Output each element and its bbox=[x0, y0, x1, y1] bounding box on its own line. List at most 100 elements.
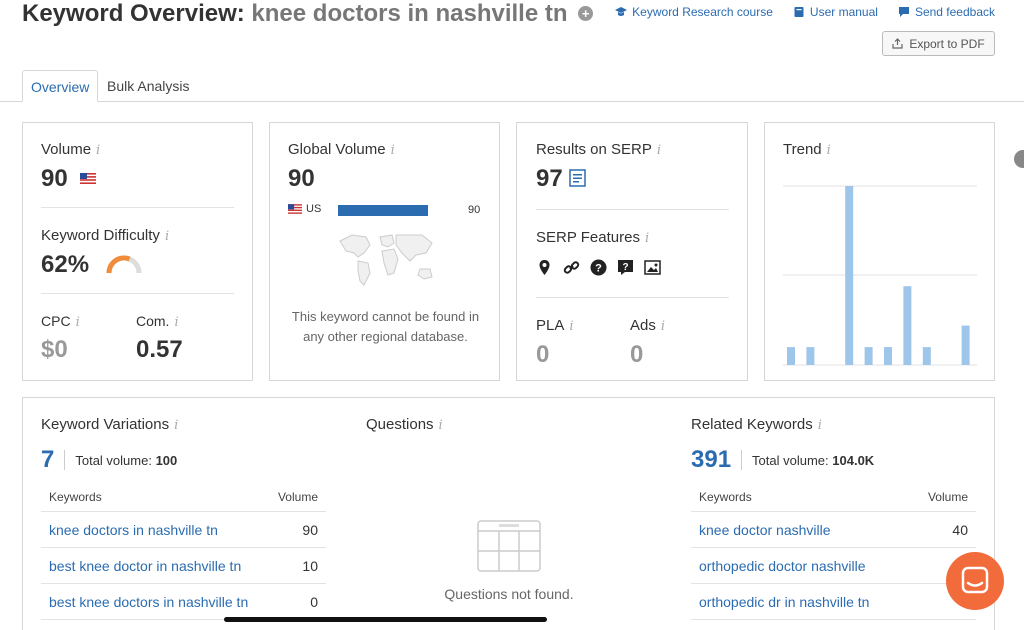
keyword-details-card: Keyword Variations i 7 Total volume: 100 … bbox=[22, 397, 995, 630]
global-volume-label: Global Volume i bbox=[288, 141, 395, 158]
scroll-handle[interactable] bbox=[1014, 150, 1024, 168]
questions-empty-text: Questions not found. bbox=[444, 586, 574, 602]
table-row: best knee doctor in nashville tn 10 bbox=[41, 548, 326, 584]
variations-count-row: 7 Total volume: 100 bbox=[41, 446, 178, 474]
user-manual-link[interactable]: User manual bbox=[793, 5, 878, 19]
tab-bar: Overview Bulk Analysis bbox=[0, 70, 1024, 102]
trend-bar-5[interactable] bbox=[864, 347, 873, 365]
volume-card: Volume i 90 Keyword Difficulty i 62% CPC i … bbox=[22, 122, 253, 381]
cpc-value: $0 bbox=[41, 336, 68, 363]
tab-overview[interactable]: Overview bbox=[22, 70, 99, 102]
world-map-icon bbox=[339, 234, 433, 286]
serp-card: Results on SERP i 97 SERP Features i ? ? P… bbox=[516, 122, 748, 381]
page-header: Keyword Overview: knee doctors in nashvi… bbox=[0, 0, 1024, 70]
related-total-volume: 104.0K bbox=[832, 452, 875, 468]
country-volume-bar bbox=[338, 205, 428, 216]
country-code: US bbox=[306, 203, 322, 215]
results-on-serp-label: Results on SERP i bbox=[536, 141, 662, 158]
send-feedback-link[interactable]: Send feedback bbox=[898, 5, 995, 19]
info-icon[interactable]: i bbox=[661, 319, 665, 334]
info-icon[interactable]: i bbox=[96, 143, 100, 158]
country-row: US bbox=[288, 203, 321, 215]
header-links: Keyword Research course User manual Send… bbox=[615, 5, 995, 19]
info-icon[interactable]: i bbox=[818, 418, 822, 433]
related-count-row: 391 Total volume: 104.0K bbox=[691, 446, 875, 474]
chat-support-button[interactable] bbox=[946, 552, 1004, 610]
link-icon[interactable] bbox=[563, 259, 580, 276]
info-icon[interactable]: i bbox=[76, 315, 80, 330]
variations-total-volume: 100 bbox=[155, 452, 178, 468]
info-icon[interactable]: i bbox=[174, 315, 178, 330]
trend-bar-4[interactable] bbox=[845, 186, 854, 365]
book-icon bbox=[794, 7, 804, 17]
export-pdf-button[interactable]: Export to PDF bbox=[882, 31, 995, 56]
cpc-label: CPC i bbox=[41, 313, 80, 330]
trend-label: Trend i bbox=[783, 141, 831, 158]
trend-bar-8[interactable] bbox=[922, 347, 931, 365]
trend-chart bbox=[783, 185, 977, 366]
table-row: knee doctor nashville 40 bbox=[691, 512, 976, 548]
graduation-cap-icon bbox=[615, 7, 628, 16]
map-pin-icon[interactable] bbox=[536, 259, 553, 276]
trend-bar-10[interactable] bbox=[961, 325, 970, 365]
chat-bubble-icon bbox=[898, 7, 909, 17]
trend-bar-7[interactable] bbox=[903, 286, 912, 365]
serp-document-icon[interactable] bbox=[569, 169, 587, 187]
info-icon[interactable]: i bbox=[439, 418, 443, 433]
title-prefix: Keyword Overview: bbox=[22, 0, 245, 27]
difficulty-gauge bbox=[106, 255, 142, 274]
info-icon[interactable]: i bbox=[391, 143, 395, 158]
tab-bulk-analysis[interactable]: Bulk Analysis bbox=[99, 70, 197, 102]
table-row: orthopedic doctor nashville bbox=[691, 548, 976, 584]
info-icon[interactable]: i bbox=[827, 143, 831, 158]
pla-value: 0 bbox=[536, 341, 550, 368]
empty-table-icon bbox=[477, 520, 541, 572]
divider bbox=[536, 209, 729, 210]
keyword-link[interactable]: orthopedic dr in nashville tn bbox=[699, 594, 869, 610]
results-on-serp-value: 97 bbox=[536, 165, 587, 193]
competition-label: Com. i bbox=[136, 313, 179, 330]
related-count[interactable]: 391 bbox=[691, 446, 731, 474]
table-header: Keywords Volume bbox=[41, 482, 326, 512]
keyword-research-course-link[interactable]: Keyword Research course bbox=[615, 5, 773, 19]
us-flag-icon bbox=[80, 173, 97, 184]
keyword-link[interactable]: knee doctor nashville bbox=[699, 522, 831, 538]
add-keyword-icon[interactable]: + bbox=[578, 6, 594, 21]
ads-value: 0 bbox=[630, 341, 644, 368]
info-icon[interactable]: i bbox=[174, 418, 178, 433]
country-volume-value: 90 bbox=[468, 204, 481, 216]
divider bbox=[41, 293, 234, 294]
volume-value: 90 bbox=[41, 165, 97, 193]
table-row: orthopedic dr in nashville tn 4 bbox=[691, 584, 976, 620]
info-icon[interactable]: i bbox=[657, 143, 661, 158]
volume-label: Volume i bbox=[41, 141, 101, 158]
trend-bar-6[interactable] bbox=[884, 347, 892, 365]
variations-count[interactable]: 7 bbox=[41, 446, 54, 474]
serp-features-icons: ? ? bbox=[536, 259, 661, 276]
trend-bar-2[interactable] bbox=[806, 347, 815, 365]
title-keyword: knee doctors in nashville tn bbox=[251, 0, 568, 27]
global-volume-card: Global Volume i 90 US 90 This keyword can… bbox=[269, 122, 500, 381]
country-volume-bar-track bbox=[338, 205, 428, 216]
serp-features-label: SERP Features i bbox=[536, 229, 650, 246]
trend-bar-1[interactable] bbox=[787, 347, 795, 365]
image-icon[interactable] bbox=[644, 259, 661, 276]
chat-icon bbox=[961, 566, 989, 594]
keyword-link[interactable]: best knee doctor in nashville tn bbox=[49, 558, 241, 574]
keyword-difficulty-label: Keyword Difficulty i bbox=[41, 227, 170, 244]
info-icon[interactable]: i bbox=[569, 319, 573, 334]
question-icon[interactable]: ? bbox=[590, 259, 607, 276]
global-volume-note: This keyword cannot be found in any othe… bbox=[291, 309, 480, 344]
keyword-link[interactable]: orthopedic doctor nashville bbox=[699, 558, 866, 574]
table-row: best knee doctors in nashville tn 0 bbox=[41, 584, 326, 620]
keyword-link[interactable]: knee doctors in nashville tn bbox=[49, 522, 218, 538]
competition-value: 0.57 bbox=[136, 336, 183, 363]
global-volume-value: 90 bbox=[288, 165, 315, 192]
table-header: Keywords Volume bbox=[691, 482, 976, 512]
info-icon[interactable]: i bbox=[165, 229, 169, 244]
keyword-link[interactable]: best knee doctors in nashville tn bbox=[49, 594, 248, 610]
variations-table: Keywords Volume knee doctors in nashville… bbox=[41, 482, 326, 620]
info-icon[interactable]: i bbox=[645, 231, 649, 246]
svg-text:?: ? bbox=[622, 262, 628, 273]
question-bubble-icon[interactable]: ? bbox=[617, 259, 634, 276]
